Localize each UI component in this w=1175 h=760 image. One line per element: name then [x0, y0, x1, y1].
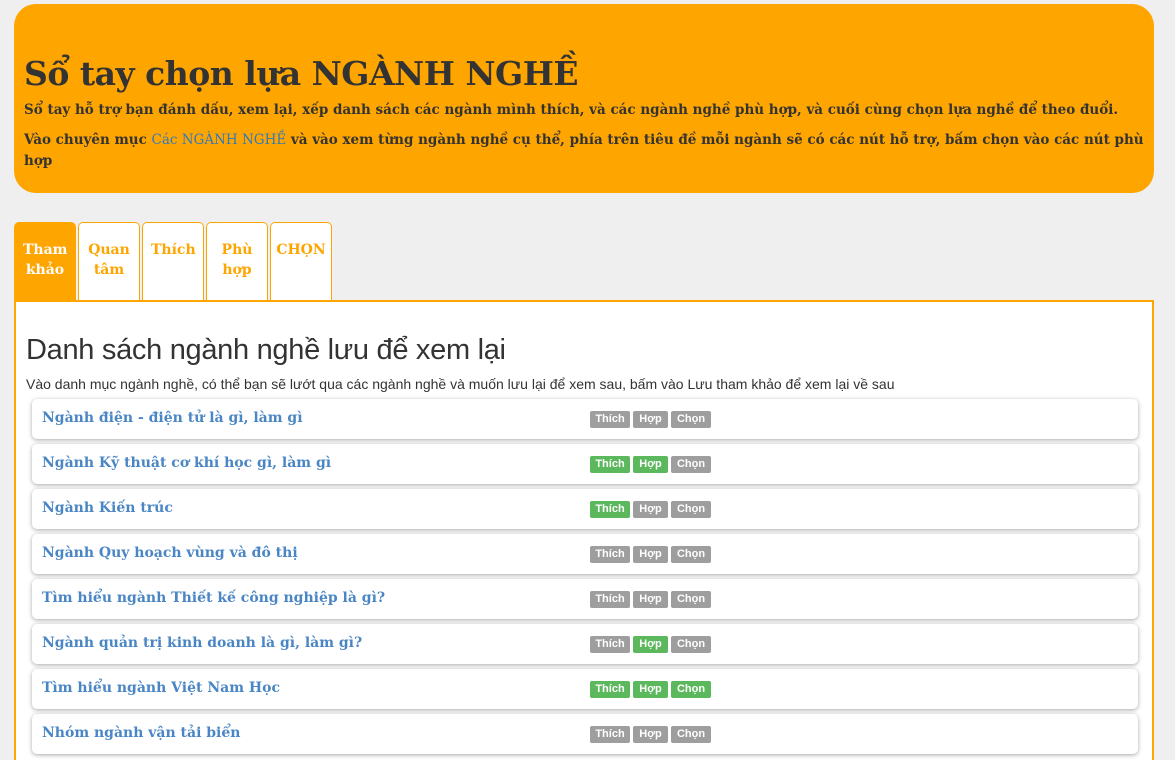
page-header: Sổ tay chọn lựa NGÀNH NGHỀ Sổ tay hỗ trợ… [14, 4, 1154, 193]
fit-button[interactable]: Hợp [633, 591, 668, 608]
instruction-prefix: Vào chuyên mục [24, 132, 152, 148]
like-button[interactable]: Thích [590, 411, 630, 428]
list-item: Nhóm ngành vận tải biển Thích Hợp Chọn [32, 714, 1138, 754]
tab-label: khảo [25, 262, 65, 278]
fit-button[interactable]: Hợp [633, 726, 668, 743]
page-title: Sổ tay chọn lựa NGÀNH NGHỀ [24, 54, 579, 93]
list-item: Ngành điện - điện tử là gì, làm gì Thích… [32, 399, 1138, 439]
action-buttons: Thích Hợp Chọn [590, 546, 711, 563]
like-button[interactable]: Thích [590, 546, 630, 563]
tab-bar: Tham khảo Quan tâm Thích Phù hợp CHỌN [14, 222, 332, 301]
choose-button[interactable]: Chọn [671, 681, 711, 698]
action-buttons: Thích Hợp Chọn [590, 681, 711, 698]
choose-button[interactable]: Chọn [671, 591, 711, 608]
list-item: Tìm hiểu ngành Thiết kế công nghiệp là g… [32, 579, 1138, 619]
fit-button[interactable]: Hợp [633, 501, 668, 518]
action-buttons: Thích Hợp Chọn [590, 456, 711, 473]
list-item: Ngành Kỹ thuật cơ khí học gì, làm gì Thí… [32, 444, 1138, 484]
list-item: Ngành Quy hoạch vùng và đô thị Thích Hợp… [32, 534, 1138, 574]
list-item: Tìm hiểu ngành Việt Nam Học Thích Hợp Ch… [32, 669, 1138, 709]
like-button[interactable]: Thích [590, 456, 630, 473]
like-button[interactable]: Thích [590, 636, 630, 653]
panel-description: Vào danh mục ngành nghề, có thể bạn sẽ l… [26, 376, 895, 392]
career-title-link[interactable]: Tìm hiểu ngành Việt Nam Học [42, 680, 280, 696]
choose-button[interactable]: Chọn [671, 726, 711, 743]
fit-button[interactable]: Hợp [633, 456, 668, 473]
like-button[interactable]: Thích [590, 726, 630, 743]
career-title-link[interactable]: Ngành điện - điện tử là gì, làm gì [42, 410, 303, 426]
career-title-link[interactable]: Tìm hiểu ngành Thiết kế công nghiệp là g… [42, 590, 385, 606]
tab-liked[interactable]: Thích [142, 222, 204, 301]
tab-label: hợp [222, 262, 252, 278]
like-button[interactable]: Thích [590, 591, 630, 608]
like-button[interactable]: Thích [590, 501, 630, 518]
like-button[interactable]: Thích [590, 681, 630, 698]
tab-reference[interactable]: Tham khảo [14, 222, 76, 301]
career-title-link[interactable]: Ngành quản trị kinh doanh là gì, làm gì? [42, 635, 362, 651]
fit-button[interactable]: Hợp [633, 681, 668, 698]
choose-button[interactable]: Chọn [671, 411, 711, 428]
panel-heading: Danh sách ngành nghề lưu để xem lại [26, 334, 506, 366]
tab-chosen[interactable]: CHỌN [270, 222, 332, 301]
choose-button[interactable]: Chọn [671, 546, 711, 563]
fit-button[interactable]: Hợp [633, 546, 668, 563]
career-list: Ngành điện - điện tử là gì, làm gì Thích… [26, 399, 1138, 754]
choose-button[interactable]: Chọn [671, 636, 711, 653]
tab-label: tâm [93, 262, 125, 278]
tab-label: Thích [151, 242, 196, 258]
tab-suitable[interactable]: Phù hợp [206, 222, 268, 301]
list-item: Ngành Kiến trúc Thích Hợp Chọn [32, 489, 1138, 529]
fit-button[interactable]: Hợp [633, 636, 668, 653]
tab-label: CHỌN [276, 242, 326, 258]
career-title-link[interactable]: Nhóm ngành vận tải biển [42, 725, 240, 741]
careers-category-link[interactable]: Các NGÀNH NGHỀ [152, 132, 287, 148]
career-title-link[interactable]: Ngành Quy hoạch vùng và đô thị [42, 545, 298, 561]
career-title-link[interactable]: Ngành Kiến trúc [42, 500, 173, 516]
tab-label: Quan [88, 242, 130, 258]
action-buttons: Thích Hợp Chọn [590, 591, 711, 608]
fit-button[interactable]: Hợp [633, 411, 668, 428]
tab-panel: Danh sách ngành nghề lưu để xem lại Vào … [14, 300, 1154, 760]
action-buttons: Thích Hợp Chọn [590, 726, 711, 743]
action-buttons: Thích Hợp Chọn [590, 636, 711, 653]
tab-label: Tham [23, 242, 68, 258]
list-item: Ngành quản trị kinh doanh là gì, làm gì?… [32, 624, 1138, 664]
career-title-link[interactable]: Ngành Kỹ thuật cơ khí học gì, làm gì [42, 455, 331, 471]
instruction-text: Vào chuyên mục Các NGÀNH NGHỀ và vào xem… [24, 130, 1144, 172]
tab-interested[interactable]: Quan tâm [78, 222, 140, 301]
action-buttons: Thích Hợp Chọn [590, 411, 711, 428]
choose-button[interactable]: Chọn [671, 456, 711, 473]
action-buttons: Thích Hợp Chọn [590, 501, 711, 518]
intro-text: Sổ tay hỗ trợ bạn đánh dấu, xem lại, xếp… [24, 102, 1119, 118]
choose-button[interactable]: Chọn [671, 501, 711, 518]
tab-label: Phù [221, 242, 253, 258]
